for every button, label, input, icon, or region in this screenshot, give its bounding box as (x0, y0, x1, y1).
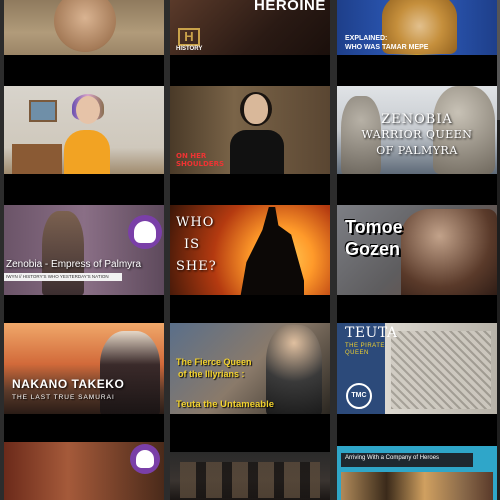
video-thumbnail[interactable]: Tomoe Gozen (337, 205, 497, 295)
thumbnail-title: NAKANO TAKEKO (12, 377, 125, 391)
profile-silhouette-icon (134, 221, 156, 243)
video-thumbnail[interactable]: EXPLAINED: WHO WAS TAMAR MEPE (337, 0, 497, 55)
thumbnail-title-line: Teuta the Untameable (176, 399, 275, 410)
video-thumbnail[interactable]: NAKANO TAKEKO THE LAST TRUE SAMURAI (4, 323, 164, 414)
thumbnail-title: Zenobia - Empress of Palmyra (6, 259, 142, 270)
video-thumbnail-grid: Zenobia - Empress of Palmyra IWYN // HIS… (0, 0, 500, 500)
painting-strip-image (341, 472, 493, 500)
statue-image (42, 211, 84, 295)
video-thumbnail[interactable] (4, 86, 164, 174)
video-thumbnail[interactable]: Arriving With a Company of Heroes (337, 446, 497, 500)
video-thumbnail[interactable]: TEUTA THE PIRATE QUEEN TMC (337, 323, 497, 414)
show-logo: ON HER SHOULDERS (176, 152, 225, 168)
video-thumbnail[interactable]: ON HER SHOULDERS (170, 86, 330, 174)
group-image (180, 462, 320, 498)
portrait-image (54, 0, 116, 52)
warrior-queen-image (266, 325, 322, 414)
channel-badge-icon: TMC (346, 383, 372, 409)
thumbnail-title: EXPLAINED: WHO WAS TAMAR MEPE (345, 35, 429, 51)
thumbnail-title-line: WHO (176, 215, 215, 230)
video-thumbnail[interactable]: The Fierce Queen of the Illyrians : Teut… (170, 323, 330, 414)
thumbnail-title: TEUTA (345, 325, 398, 341)
video-thumbnail[interactable]: ZENOBIA WARRIOR QUEEN OF PALMYRA (337, 86, 497, 174)
thumbnail-title-line: IS (184, 237, 201, 252)
thumbnail-subtitle: THE LAST TRUE SAMURAI (12, 394, 115, 401)
thumbnail-title: Arriving With a Company of Heroes (345, 455, 440, 461)
thumbnail-title-line: The Fierce Queen (176, 357, 252, 367)
wall-picture (29, 100, 57, 122)
thumbnail-title-line: SHE? (176, 259, 217, 274)
warrior-illustration-image (401, 209, 497, 295)
thumbnail-title-line: WARRIOR QUEEN (361, 128, 473, 141)
channel-label: HISTORY (176, 46, 203, 52)
thumbnail-subtitle: IWYN // HISTORY'S WHO YESTERDAY'S NATION (6, 274, 109, 279)
presenter-image (230, 92, 284, 174)
thumbnail-title: HEROINE (254, 0, 326, 14)
grid-column-3: EXPLAINED: WHO WAS TAMAR MEPE ZENOBIA WAR… (337, 0, 497, 500)
video-thumbnail[interactable] (4, 442, 164, 500)
profile-silhouette-icon (136, 450, 154, 468)
engraving-image (391, 331, 491, 409)
thumbnail-title-line: OF PALMYRA (376, 144, 458, 157)
video-thumbnail[interactable]: Zenobia - Empress of Palmyra IWYN // HIS… (4, 205, 164, 295)
video-thumbnail[interactable] (170, 452, 330, 500)
video-thumbnail[interactable]: HEROINE H HISTORY (170, 0, 330, 55)
video-thumbnail[interactable]: WHO IS SHE? (170, 205, 330, 295)
samurai-image (100, 331, 160, 414)
warrior-silhouette-image (240, 207, 304, 295)
desk-image (12, 144, 62, 174)
thumbnail-subtitle: THE PIRATE QUEEN (345, 343, 385, 356)
video-thumbnail[interactable] (4, 0, 164, 55)
history-logo-icon: H (178, 28, 200, 46)
thumbnail-title-line: ZENOBIA (381, 112, 453, 127)
grid-column-2: HEROINE H HISTORY ON HER SHOULDERS WHO IS… (170, 0, 330, 500)
thumbnail-title-line: Tomoe (345, 217, 403, 237)
thumbnail-title-line: of the Illyrians : (178, 369, 245, 379)
grid-column-1: Zenobia - Empress of Palmyra IWYN // HIS… (4, 0, 164, 500)
thumbnail-title-line: Gozen (345, 239, 401, 259)
presenter-image (62, 94, 112, 174)
